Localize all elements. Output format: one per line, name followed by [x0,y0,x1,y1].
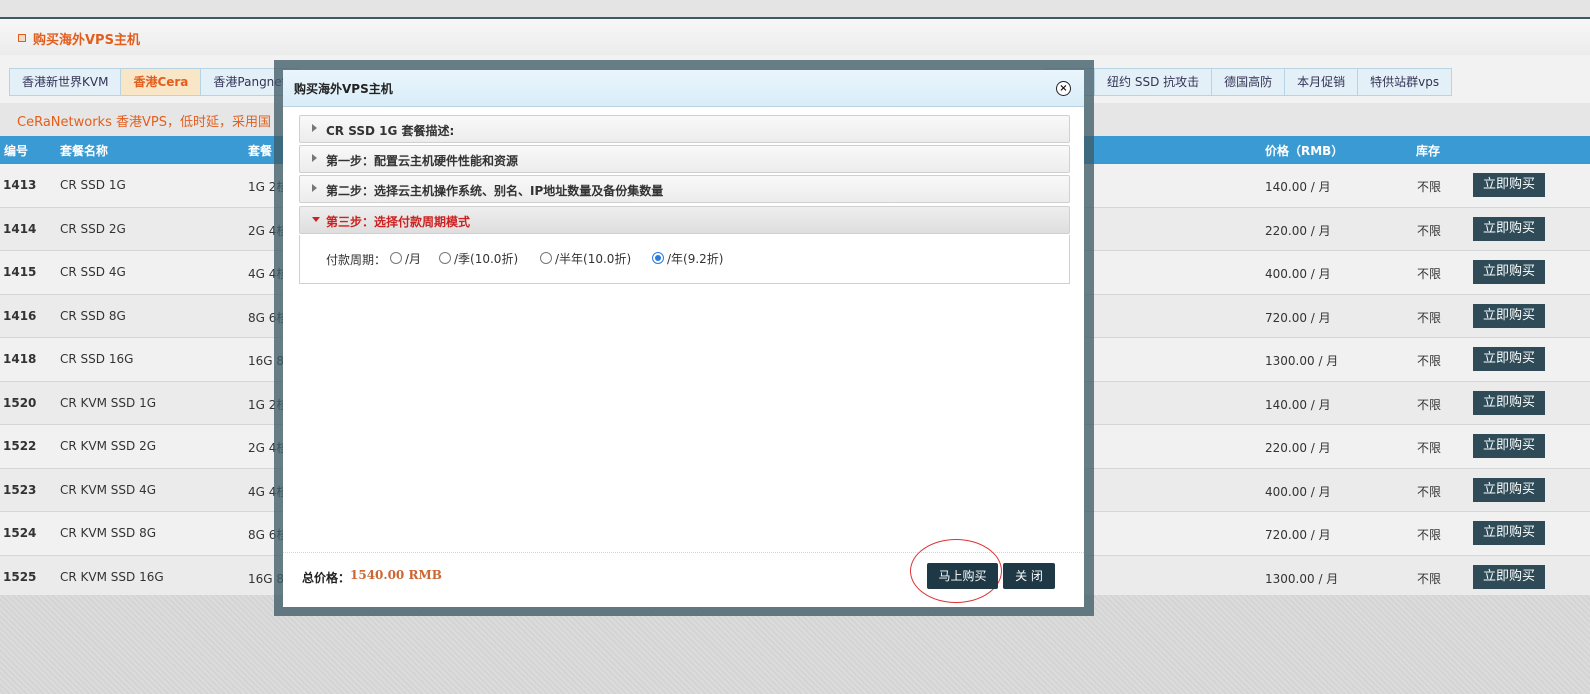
buy-button[interactable]: 立即购买 [1473,477,1545,502]
square-icon [18,34,26,42]
section-label: CR SSD 1G 套餐描述: [326,124,455,138]
buy-button[interactable]: 立即购买 [1473,303,1545,328]
close-icon[interactable]: × [1056,81,1071,96]
cell-id: 1415 [3,265,37,279]
cell-name: CR SSD 8G [60,308,126,323]
buy-button[interactable]: 立即购买 [1473,434,1545,458]
cell-name: CR SSD 4G [60,265,126,279]
cell-price: 220.00 / 月 [1265,223,1331,238]
radio-monthly[interactable] [390,252,402,264]
radio-half-year-label[interactable]: /半年(10.0折) [555,250,631,267]
buy-button[interactable]: 立即购买 [1473,564,1545,589]
cell-price: 400.00 / 月 [1265,267,1331,281]
radio-monthly-label[interactable]: /月 [405,250,421,267]
cell-name: CR KVM SSD 16G [60,569,164,584]
tab-monthly-promo[interactable]: 本月促销 [1284,68,1359,96]
buy-button[interactable]: 立即购买 [1473,173,1545,197]
tab-cluster-vps[interactable]: 特供站群vps [1357,68,1453,96]
close-button[interactable]: 关 闭 [1003,563,1055,589]
cell-stock: 不限 [1417,571,1442,586]
cell-id: 1418 [3,352,37,366]
modal-header: 购买海外VPS主机 × [283,70,1084,107]
tab-list-right: 攻击 纽约 SSD 抗攻击 德国高防 本月促销 特供站群vps [1045,68,1453,96]
col-header-name: 套餐名称 [60,144,109,158]
tab-hk-newworld-kvm[interactable]: 香港新世界KVM [9,68,122,96]
caret-down-icon [312,217,320,222]
cell-id: 1414 [3,221,37,236]
top-band [0,0,1590,19]
cell-price: 720.00 / 月 [1265,310,1331,325]
cell-stock: 不限 [1417,267,1442,281]
cell-id: 1416 [3,308,37,323]
cell-id: 1525 [3,569,37,584]
cell-stock: 不限 [1417,441,1442,455]
header-bar: 购买海外VPS主机 [0,19,1590,56]
cell-id: 1520 [3,395,37,410]
cell-stock: 不限 [1417,180,1442,194]
tab-hk-cera[interactable]: 香港Cera [120,68,202,96]
buy-button[interactable]: 立即购买 [1473,521,1545,545]
cell-price: 720.00 / 月 [1265,528,1331,542]
cell-id: 1413 [3,178,37,192]
radio-yearly-label[interactable]: /年(9.2折) [667,250,724,267]
caret-right-icon [312,184,317,192]
purchase-modal: 购买海外VPS主机 × CR SSD 1G 套餐描述: 第一步：配置云主机硬件性… [283,70,1084,607]
col-header-stock: 库存 [1416,144,1441,158]
cell-name: CR KVM SSD 1G [60,395,156,410]
radio-yearly[interactable] [652,252,664,264]
section-label: 第三步：选择付款周期模式 [326,215,471,229]
cell-id: 1524 [3,526,37,540]
total-price-value: 1540.00 RMB [350,568,442,582]
cell-price: 140.00 / 月 [1265,180,1331,194]
cell-price: 1300.00 / 月 [1265,571,1339,586]
cell-price: 400.00 / 月 [1265,484,1331,499]
buy-button[interactable]: 立即购买 [1473,390,1545,415]
section-label: 第二步：选择云主机操作系统、别名、IP地址数量及备份集数量 [326,184,664,198]
page-title: 购买海外VPS主机 [33,33,140,48]
buy-button[interactable]: 立即购买 [1473,260,1545,284]
buy-button[interactable]: 立即购买 [1473,216,1545,241]
tab-ny-ssd-anti-attack[interactable]: 纽约 SSD 抗攻击 [1094,68,1213,96]
section-label: 第一步：配置云主机硬件性能和资源 [326,154,519,168]
caret-right-icon [312,124,317,132]
buy-button[interactable]: 立即购买 [1473,347,1545,371]
cell-id: 1522 [3,439,37,453]
cell-stock: 不限 [1417,354,1442,368]
cell-price: 1300.00 / 月 [1265,354,1339,368]
col-header-price: 价格（RMB） [1265,144,1344,158]
cell-name: CR KVM SSD 4G [60,482,156,497]
buy-now-button[interactable]: 马上购买 [927,563,998,589]
cell-stock: 不限 [1417,484,1442,499]
notice-text: CeRaNetworks 香港VPS，低时延，采用国 [17,115,271,130]
col-header-id: 编号 [4,144,29,158]
payment-period-label: 付款周期： [326,253,387,267]
tab-list-left: 香港新世界KVM 香港Cera 香港Pangnet [9,68,300,96]
cell-stock: 不限 [1417,310,1442,325]
total-price-label: 总价格： [302,571,351,585]
radio-quarterly-label[interactable]: /季(10.0折) [454,250,518,267]
section-step-one[interactable]: 第一步：配置云主机硬件性能和资源 [299,145,1070,173]
radio-quarterly[interactable] [439,252,451,264]
cell-name: CR KVM SSD 2G [60,439,156,453]
tab-germany-ddos[interactable]: 德国高防 [1211,68,1286,96]
cell-stock: 不限 [1417,397,1442,412]
section-step-two[interactable]: 第二步：选择云主机操作系统、别名、IP地址数量及备份集数量 [299,175,1070,203]
cell-name: CR SSD 2G [60,221,126,236]
modal-title: 购买海外VPS主机 [294,82,393,96]
cell-price: 220.00 / 月 [1265,441,1331,455]
cell-stock: 不限 [1417,223,1442,238]
caret-right-icon [312,154,317,162]
cell-name: CR SSD 1G [60,178,126,192]
cell-name: CR SSD 16G [60,352,134,366]
payment-period-panel: 付款周期： /月 /季(10.0折) /半年(10.0折) /年(9.2折) [299,235,1070,284]
col-header-spec: 套餐 [248,144,273,158]
cell-id: 1523 [3,482,37,497]
cell-stock: 不限 [1417,528,1442,542]
cell-name: CR KVM SSD 8G [60,526,156,540]
cell-price: 140.00 / 月 [1265,397,1331,412]
radio-half-year[interactable] [540,252,552,264]
section-step-three[interactable]: 第三步：选择付款周期模式 [299,206,1070,234]
modal-footer: 总价格： 1540.00 RMB 马上购买 关 闭 [283,539,1084,608]
section-package-description[interactable]: CR SSD 1G 套餐描述: [299,115,1070,143]
